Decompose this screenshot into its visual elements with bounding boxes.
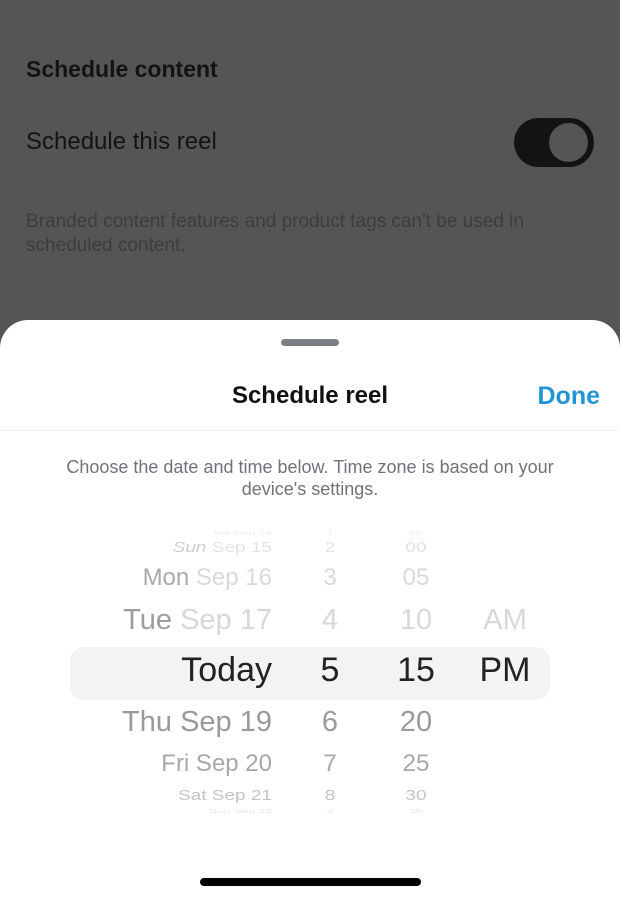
date: Sep 15 (211, 539, 272, 556)
section-title: Schedule content (26, 56, 218, 82)
header-divider (0, 430, 620, 431)
minute-option[interactable]: 30 (380, 787, 452, 805)
schedule-toggle-label: Schedule this reel (26, 128, 217, 155)
date: Sep 17 (180, 604, 272, 636)
hour-option[interactable]: 8 (300, 787, 360, 805)
schedule-toggle[interactable] (514, 118, 594, 167)
weekday: Mon (142, 564, 190, 591)
hour-option[interactable]: 4 (300, 604, 360, 637)
done-button[interactable]: Done (538, 382, 601, 411)
weekday: Sun (172, 539, 207, 556)
toggle-knob (549, 123, 588, 162)
hour-option[interactable]: 2 (300, 539, 360, 557)
sheet-title: Schedule reel (231, 382, 389, 409)
hour-option-selected[interactable]: 5 (300, 651, 360, 690)
minute-option[interactable]: 20 (380, 706, 452, 739)
sheet-grabber[interactable] (281, 339, 339, 346)
background-settings: Schedule content Schedule this reel Bran… (0, 0, 620, 330)
minute-option[interactable]: 00 (380, 539, 452, 557)
ampm-option[interactable]: AM (470, 604, 540, 637)
hour-option[interactable]: 7 (300, 750, 360, 778)
minute-option[interactable]: 10 (380, 604, 452, 637)
hour-option[interactable]: 9 (300, 808, 360, 814)
date-option[interactable]: Tue Sep 17 (123, 604, 272, 637)
date-option[interactable]: Fri Sep 20 (161, 750, 272, 778)
date-option[interactable]: Sun Sep 22 (209, 808, 272, 814)
date-option[interactable]: Sat Sep 21 (178, 787, 272, 805)
hour-option[interactable]: 3 (300, 564, 360, 592)
minute-option[interactable]: 25 (380, 750, 452, 778)
minute-option[interactable]: 35 (380, 808, 452, 814)
home-indicator[interactable] (200, 878, 421, 886)
date-option-selected[interactable]: Today (181, 651, 272, 690)
ampm-option-selected[interactable]: PM (470, 651, 540, 690)
date-option[interactable]: Mon Sep 16 (143, 564, 272, 592)
minute-option[interactable]: 05 (380, 564, 452, 592)
hour-option[interactable]: 1 (300, 530, 360, 536)
hour-option[interactable]: 6 (300, 706, 360, 739)
date: Sep 16 (195, 564, 272, 591)
date-option[interactable]: Sat Sep 14 (213, 530, 272, 536)
minute-option-selected[interactable]: 15 (380, 651, 452, 690)
weekday: Tue (123, 604, 173, 636)
timezone-hint: Choose the date and time below. Time zon… (66, 457, 554, 499)
date-option[interactable]: Sun Sep 15 (173, 539, 272, 557)
minute-option[interactable]: 55 (380, 530, 452, 536)
schedule-sheet: Schedule reel Done Choose the date and t… (0, 320, 620, 899)
date-time-picker[interactable]: Sat Sep 14 Sun Sep 15 Mon Sep 16 Tue Sep… (0, 520, 620, 820)
date-option[interactable]: Thu Sep 19 (122, 706, 272, 739)
schedule-note: Branded content features and product tag… (26, 211, 524, 256)
